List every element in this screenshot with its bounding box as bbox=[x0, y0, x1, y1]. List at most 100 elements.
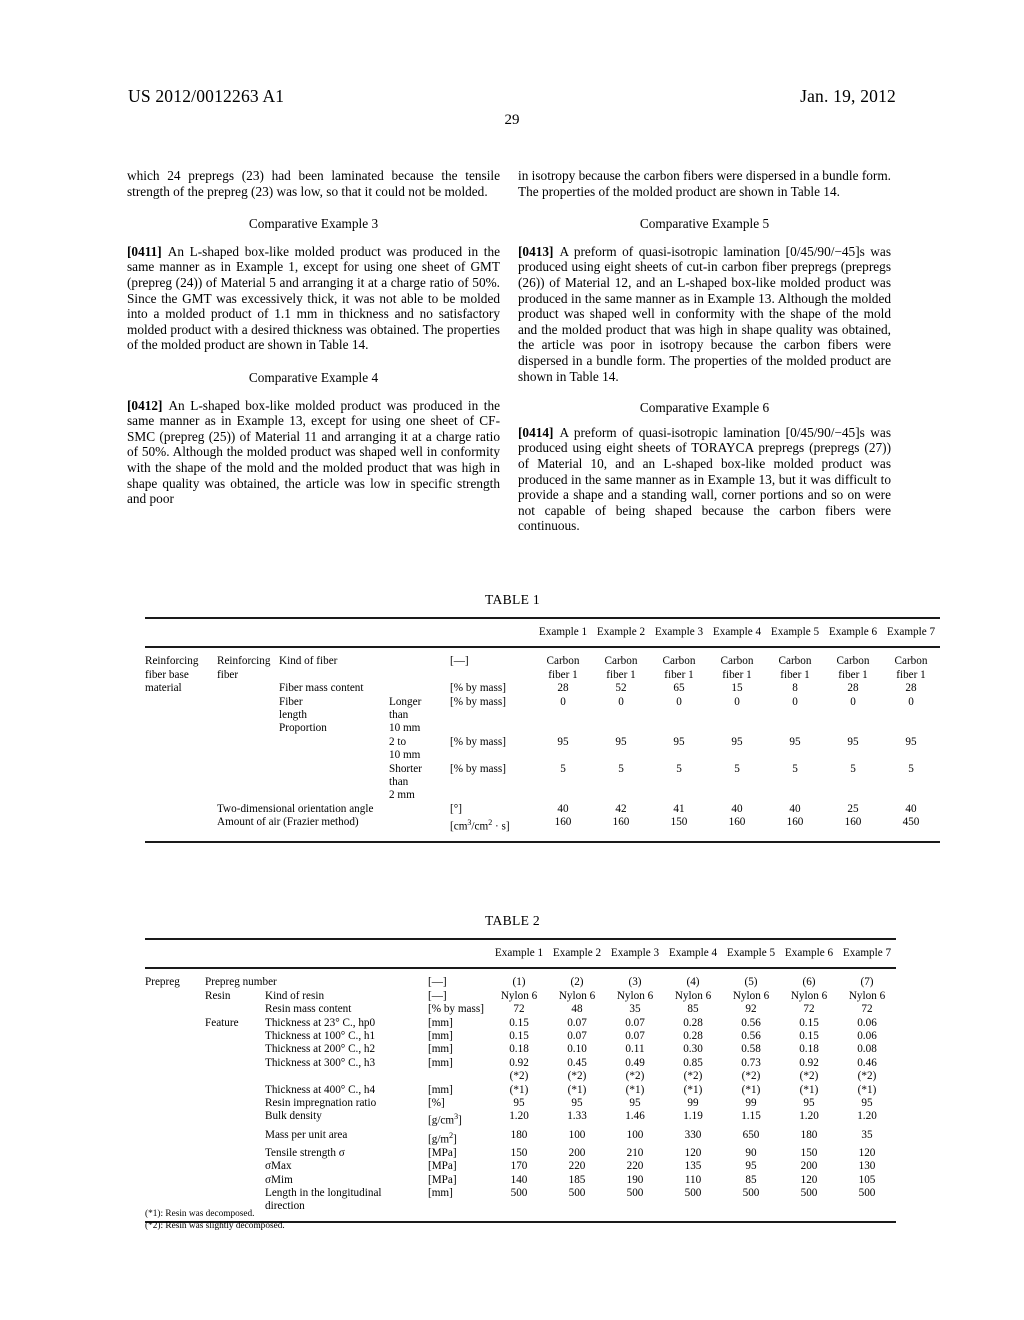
data-cell: 200 bbox=[800, 1160, 818, 1173]
row-unit bbox=[428, 1070, 490, 1083]
data-cell: (*2) bbox=[509, 1070, 529, 1083]
data-cell: 150 bbox=[510, 1146, 528, 1159]
row-label bbox=[205, 1030, 265, 1043]
row-label bbox=[217, 709, 279, 722]
paragraph-number-0411: [0411] bbox=[127, 243, 162, 259]
data-cell: 5 bbox=[908, 762, 914, 775]
row-label: Resin mass content bbox=[265, 1003, 352, 1016]
data-cell: 0.18 bbox=[799, 1043, 819, 1056]
data-cell: (7) bbox=[860, 976, 874, 989]
column-header: Example 7 bbox=[842, 947, 892, 959]
row-label: Shorter bbox=[389, 762, 422, 775]
table-row: Thickness at 400° C., h4 [mm] (*1) (*1) (*1)… bbox=[145, 1084, 896, 1097]
data-cell: Nylon 6 bbox=[500, 989, 538, 1002]
data-cell bbox=[708, 789, 766, 802]
data-cell: 0.06 bbox=[857, 1016, 877, 1029]
data-cell: 160 bbox=[612, 816, 630, 829]
row-label bbox=[145, 803, 217, 816]
data-cell: 0 bbox=[734, 695, 740, 708]
paragraph-0412: [0412] An L-shaped box-like molded produc… bbox=[127, 398, 500, 507]
table-spacer bbox=[145, 647, 940, 655]
row-label: than bbox=[389, 776, 409, 789]
data-cell: 15 bbox=[731, 682, 743, 695]
table-spacer bbox=[145, 940, 896, 947]
row-label bbox=[145, 789, 217, 802]
table-row: Feature Thickness at 23° C., hp0 [mm] 0.15 0… bbox=[145, 1017, 896, 1030]
row-unit: [mm] bbox=[428, 1043, 453, 1056]
row-unit: [cm3/cm2 · s] bbox=[450, 818, 510, 834]
spacer-cell bbox=[450, 626, 534, 639]
row-label: direction bbox=[265, 1200, 305, 1213]
row-label bbox=[279, 749, 389, 762]
data-cell: 5 bbox=[850, 762, 856, 775]
data-cell: 0.46 bbox=[857, 1056, 877, 1069]
data-cell: 40 bbox=[557, 802, 569, 815]
data-cell bbox=[780, 1200, 838, 1213]
data-cell: 95 bbox=[847, 735, 859, 748]
data-cell: 72 bbox=[513, 1003, 525, 1016]
row-label bbox=[205, 1043, 265, 1056]
data-cell bbox=[664, 1200, 722, 1213]
row-label: 2 to bbox=[389, 735, 407, 748]
data-cell: 0.30 bbox=[683, 1043, 703, 1056]
data-cell: (6) bbox=[802, 976, 816, 989]
data-cell: 500 bbox=[800, 1186, 818, 1199]
table-footnotes: (*1): Resin was decomposed. (*2): Resin … bbox=[145, 1208, 285, 1232]
data-cell: 48 bbox=[571, 1003, 583, 1016]
data-cell: 330 bbox=[684, 1128, 702, 1141]
row-label bbox=[217, 722, 279, 735]
row-unit: [% by mass] bbox=[450, 695, 506, 708]
row-unit: [mm] bbox=[428, 1056, 453, 1069]
row-label: Kind of fiber bbox=[279, 655, 338, 668]
data-cell: fiber 1 bbox=[838, 668, 868, 681]
column-header: Example 6 bbox=[784, 947, 834, 959]
row-label: Resin bbox=[205, 989, 231, 1002]
column-header: Example 4 bbox=[712, 626, 762, 638]
data-cell bbox=[592, 722, 650, 735]
paragraph-0413: [0413] A preform of quasi-isotropic lamin… bbox=[518, 244, 891, 384]
row-unit bbox=[428, 1200, 490, 1213]
row-unit: [°] bbox=[450, 802, 462, 815]
data-cell: fiber 1 bbox=[722, 668, 752, 681]
data-cell bbox=[592, 749, 650, 762]
data-cell: (*2) bbox=[799, 1070, 819, 1083]
column-header: Example 3 bbox=[610, 947, 660, 959]
data-cell bbox=[534, 789, 592, 802]
data-cell: 5 bbox=[676, 762, 682, 775]
row-label: Amount of air (Frazier method) bbox=[217, 816, 359, 829]
column-header: Example 4 bbox=[668, 947, 718, 959]
data-cell bbox=[766, 776, 824, 789]
column-header: Example 5 bbox=[770, 626, 820, 638]
row-unit: [mm] bbox=[428, 1016, 453, 1029]
row-label: Thickness at 300° C., h3 bbox=[265, 1056, 376, 1069]
table-row: 2 mm bbox=[145, 789, 940, 802]
data-cell bbox=[650, 749, 708, 762]
data-cell: 35 bbox=[629, 1003, 641, 1016]
row-label bbox=[217, 696, 279, 709]
data-cell: 65 bbox=[673, 682, 685, 695]
data-cell: 1.33 bbox=[567, 1110, 587, 1123]
row-label: length bbox=[279, 709, 307, 722]
data-cell: 0.73 bbox=[741, 1056, 761, 1069]
data-cell: 180 bbox=[510, 1128, 528, 1141]
row-label: Kind of resin bbox=[265, 989, 325, 1002]
data-cell bbox=[650, 789, 708, 802]
table-row: σMax [MPa] 170 220 220 135 95 200 130 bbox=[145, 1160, 896, 1173]
data-cell: 72 bbox=[803, 1003, 815, 1016]
row-label bbox=[217, 763, 279, 776]
row-label: Thickness at 23° C., hp0 bbox=[265, 1016, 376, 1029]
spacer-cell bbox=[217, 626, 279, 639]
paragraph-0414-text: A preform of quasi-isotropic lamination … bbox=[518, 424, 891, 534]
column-header: Example 1 bbox=[494, 947, 544, 959]
data-cell: Nylon 6 bbox=[732, 989, 770, 1002]
data-cell bbox=[606, 1200, 664, 1213]
data-cell: 40 bbox=[789, 802, 801, 815]
data-cell bbox=[882, 722, 940, 735]
data-cell: 0.07 bbox=[625, 1016, 645, 1029]
spacer-cell bbox=[279, 626, 389, 639]
data-cell: 110 bbox=[684, 1173, 702, 1186]
data-cell: 0.58 bbox=[741, 1043, 761, 1056]
data-cell bbox=[592, 776, 650, 789]
row-label bbox=[217, 682, 279, 695]
row-label bbox=[145, 1030, 205, 1043]
